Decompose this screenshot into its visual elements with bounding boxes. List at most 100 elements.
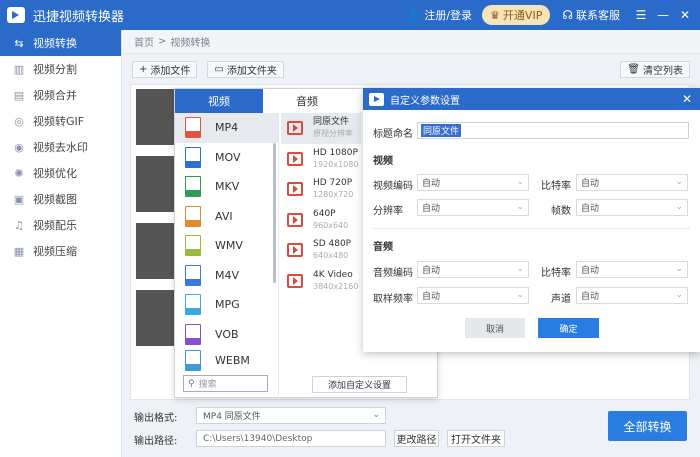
wmv-file-icon bbox=[185, 235, 201, 257]
audio-bitrate-label: 比特率 bbox=[541, 268, 571, 279]
section-divider bbox=[373, 228, 690, 229]
quality-name: SD 480P bbox=[313, 239, 352, 250]
audio-section-heading: 音频 bbox=[373, 242, 393, 253]
folder-icon: ▭ bbox=[214, 63, 224, 75]
audio-codec-select[interactable]: 自动 ⌄ bbox=[417, 261, 529, 278]
quality-item[interactable]: 640P 960x640 bbox=[281, 205, 361, 236]
video-section-heading: 视频 bbox=[373, 156, 393, 167]
video-file-icon bbox=[287, 151, 303, 166]
fps-label: 帧数 bbox=[551, 206, 571, 217]
video-file-icon bbox=[287, 212, 303, 227]
clear-list-button[interactable]: 🗑 清空列表 bbox=[620, 60, 690, 78]
sample-rate-select[interactable]: 自动 ⌄ bbox=[417, 287, 529, 304]
quality-resolution: 1920x1080 bbox=[313, 159, 359, 169]
add-custom-setting-button[interactable]: 添加自定义设置 bbox=[312, 376, 407, 393]
video-bitrate-select[interactable]: 自动 ⌄ bbox=[576, 174, 688, 191]
add-file-button[interactable]: + 添加文件 bbox=[132, 60, 198, 78]
output-format-value: MP4 同原文件 bbox=[203, 412, 261, 422]
sidebar-item-merge[interactable]: ▤ 视频合并 bbox=[0, 82, 121, 108]
sidebar-item-label: 视频转换 bbox=[33, 37, 77, 50]
title-name-input[interactable]: 同原文件 bbox=[417, 122, 689, 139]
title-name-value: 同原文件 bbox=[421, 124, 462, 137]
sidebar-item-music[interactable]: ♫ 视频配乐 bbox=[0, 212, 121, 238]
format-name: M4V bbox=[215, 268, 240, 282]
support-link[interactable]: ☊ 联系客服 bbox=[562, 7, 620, 23]
video-codec-select[interactable]: 自动 ⌄ bbox=[417, 174, 529, 191]
quality-item[interactable]: HD 720P 1280x720 bbox=[281, 174, 361, 205]
quality-name: 同原文件 bbox=[313, 117, 350, 128]
quality-item[interactable]: HD 1080P 1920x1080 bbox=[281, 144, 361, 175]
optimize-icon: ✺ bbox=[14, 166, 24, 180]
m4v-file-icon bbox=[185, 264, 201, 286]
format-item-mov[interactable]: MOV bbox=[175, 143, 278, 173]
quality-resolution: 640x480 bbox=[313, 251, 349, 261]
vob-file-icon bbox=[185, 323, 201, 345]
breadcrumb-home[interactable]: 首页 bbox=[134, 34, 154, 49]
chevron-down-icon: ⌄ bbox=[372, 410, 380, 420]
sidebar-item-gif[interactable]: ◎ 视频转GIF bbox=[0, 108, 121, 134]
fps-select[interactable]: 自动 ⌄ bbox=[576, 199, 688, 216]
select-value: 自动 bbox=[422, 204, 441, 214]
format-search-input[interactable]: ⚲ 搜索 bbox=[183, 375, 268, 392]
output-format-select[interactable]: MP4 同原文件 ⌄ bbox=[196, 407, 386, 424]
video-file-icon bbox=[287, 273, 303, 288]
quality-name: 4K Video bbox=[313, 269, 353, 280]
sidebar-item-convert[interactable]: ⇆ 视频转换 bbox=[0, 30, 121, 56]
format-name: MP4 bbox=[215, 121, 239, 135]
ok-button[interactable]: 确定 bbox=[538, 318, 599, 338]
split-icon: ▥ bbox=[13, 62, 25, 76]
open-folder-button[interactable]: 打开文件夹 bbox=[447, 430, 505, 447]
output-path-input[interactable]: C:\Users\13940\Desktop bbox=[196, 430, 386, 447]
format-item-avi[interactable]: AVI bbox=[175, 202, 278, 232]
format-label: 输出格式: bbox=[134, 413, 178, 424]
sidebar-item-label: 视频优化 bbox=[33, 167, 77, 180]
format-item-mpg[interactable]: MPG bbox=[175, 290, 278, 320]
change-path-button[interactable]: 更改路径 bbox=[394, 430, 439, 447]
sidebar-item-label: 视频压缩 bbox=[33, 245, 77, 258]
app-title: 迅捷视频转换器 bbox=[33, 9, 125, 25]
custom-params-dialog: 自定义参数设置 ✕ 标题命名 同原文件 视频 视频编码 自动 ⌄ 比特率 自动 ⌄ … bbox=[363, 88, 700, 352]
quality-item[interactable]: 4K Video 3840x2160 bbox=[281, 266, 361, 297]
audio-codec-label: 音频编码 bbox=[373, 268, 413, 279]
sidebar-item-compress[interactable]: ▦ 视频压缩 bbox=[0, 238, 121, 264]
chevron-down-icon: ⌄ bbox=[675, 202, 683, 212]
clear-list-label: 清空列表 bbox=[643, 65, 683, 77]
vip-button[interactable]: ♛ 开通VIP bbox=[482, 5, 551, 25]
channel-select[interactable]: 自动 ⌄ bbox=[576, 287, 688, 304]
chevron-down-icon: ⌄ bbox=[516, 202, 524, 212]
format-item-m4v[interactable]: M4V bbox=[175, 261, 278, 291]
sidebar-item-label: 视频分割 bbox=[33, 63, 77, 76]
output-panel: 输出格式: MP4 同原文件 ⌄ 输出路径: C:\Users\13940\De… bbox=[122, 400, 700, 457]
add-folder-button[interactable]: ▭ 添加文件夹 bbox=[207, 60, 284, 78]
user-icon: 👤 bbox=[406, 8, 422, 22]
sidebar-item-screenshot[interactable]: ▣ 视频截图 bbox=[0, 186, 121, 212]
quality-name: HD 1080P bbox=[313, 147, 358, 158]
cancel-button[interactable]: 取消 bbox=[465, 318, 525, 338]
close-icon[interactable]: ✕ bbox=[682, 92, 692, 106]
sidebar-item-split[interactable]: ▥ 视频分割 bbox=[0, 56, 121, 82]
format-item-webm[interactable]: WEBM bbox=[175, 349, 278, 371]
convert-all-button[interactable]: 全部转换 bbox=[608, 411, 687, 441]
format-list-scrollbar[interactable] bbox=[273, 143, 276, 283]
login-link[interactable]: 👤 注册/登录 bbox=[406, 7, 472, 23]
minimize-button[interactable]: — bbox=[652, 8, 674, 22]
tab-audio[interactable]: 音频 bbox=[263, 89, 351, 113]
format-item-mp4[interactable]: MP4 bbox=[175, 113, 278, 143]
close-window-button[interactable]: ✕ bbox=[674, 8, 696, 22]
app-logo-icon bbox=[369, 92, 384, 106]
quality-resolution: 原视分辨率 bbox=[313, 129, 353, 139]
sidebar-item-watermark[interactable]: ◉ 视频去水印 bbox=[0, 134, 121, 160]
add-file-label: 添加文件 bbox=[150, 65, 191, 77]
format-item-vob[interactable]: VOB bbox=[175, 320, 278, 350]
quality-item[interactable]: SD 480P 640x480 bbox=[281, 235, 361, 266]
gif-icon: ◎ bbox=[14, 114, 24, 128]
menu-button[interactable]: ☰ bbox=[630, 8, 652, 22]
quality-item[interactable]: 同原文件 原视分辨率 bbox=[281, 113, 361, 144]
breadcrumb: 首页 > 视频转换 bbox=[122, 30, 700, 54]
format-item-wmv[interactable]: WMV bbox=[175, 231, 278, 261]
format-item-mkv[interactable]: MKV bbox=[175, 172, 278, 202]
audio-bitrate-select[interactable]: 自动 ⌄ bbox=[576, 261, 688, 278]
sidebar-item-optimize[interactable]: ✺ 视频优化 bbox=[0, 160, 121, 186]
resolution-select[interactable]: 自动 ⌄ bbox=[417, 199, 529, 216]
tab-video[interactable]: 视频 bbox=[175, 89, 263, 113]
